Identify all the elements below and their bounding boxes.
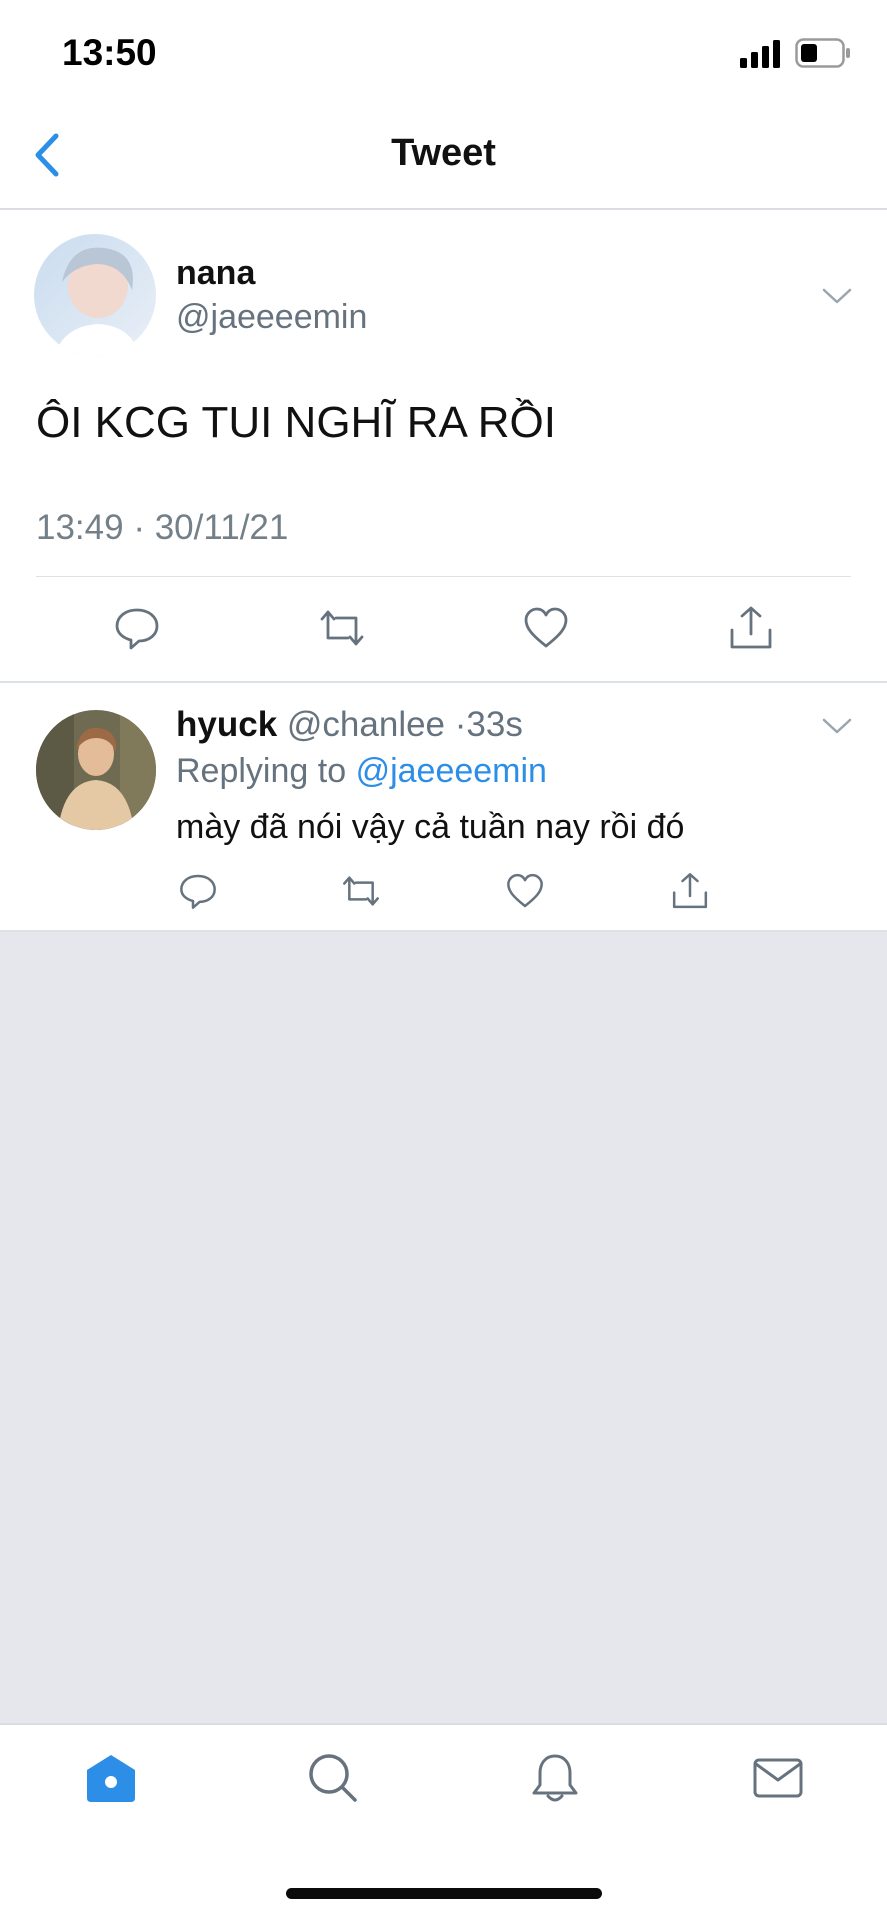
meta-separator: · — [133, 508, 155, 547]
replying-label: Replying to — [176, 752, 347, 790]
tweet-timestamp: 13:49 · 30/11/21 — [36, 508, 288, 548]
avatar-image — [34, 234, 156, 356]
reply-text: mày đã nói vậy cả tuần nay rồi đó — [176, 808, 685, 846]
signal-icon — [740, 40, 780, 68]
tweet-date: 30/11/21 — [154, 508, 289, 547]
tweet-text: ÔI KCG TUI NGHĨ RA RỒI — [36, 398, 556, 447]
messages-icon[interactable] — [752, 1752, 804, 1804]
divider — [36, 576, 851, 577]
retweet-icon[interactable] — [341, 871, 381, 911]
avatar[interactable] — [34, 234, 156, 356]
reply-author-handle[interactable]: @chanlee — [287, 705, 445, 744]
status-time: 13:50 — [62, 32, 157, 73]
battery-icon — [795, 38, 850, 68]
replying-mention-link[interactable]: @jaeeeemin — [356, 752, 547, 790]
reply-author-name[interactable]: hyuck — [176, 705, 277, 744]
home-indicator — [286, 1888, 602, 1899]
replying-to: Replying to @jaeeeemin — [176, 752, 547, 791]
home-icon[interactable] — [85, 1752, 137, 1804]
retweet-icon[interactable] — [318, 604, 366, 652]
tweet-author-name[interactable]: nana — [176, 254, 255, 293]
like-icon[interactable] — [522, 604, 570, 652]
reply-age: 33s — [466, 705, 523, 744]
divider — [0, 930, 887, 932]
header-separator: · — [454, 705, 467, 744]
like-icon[interactable] — [505, 871, 545, 911]
tweet-author-handle[interactable]: @jaeeeemin — [176, 298, 367, 337]
share-icon[interactable] — [670, 871, 710, 911]
chevron-down-icon[interactable] — [820, 716, 854, 736]
reply-header: hyuck @chanlee ·33s — [176, 705, 523, 745]
search-icon[interactable] — [307, 1752, 359, 1804]
chevron-down-icon[interactable] — [820, 286, 854, 306]
avatar[interactable] — [36, 710, 156, 830]
share-icon[interactable] — [727, 604, 775, 652]
page-title: Tweet — [391, 132, 496, 174]
notifications-icon[interactable] — [529, 1752, 581, 1804]
reply-icon[interactable] — [178, 871, 218, 911]
tweet-time: 13:49 — [36, 508, 124, 547]
avatar-image — [36, 710, 156, 830]
reply-icon[interactable] — [113, 604, 161, 652]
